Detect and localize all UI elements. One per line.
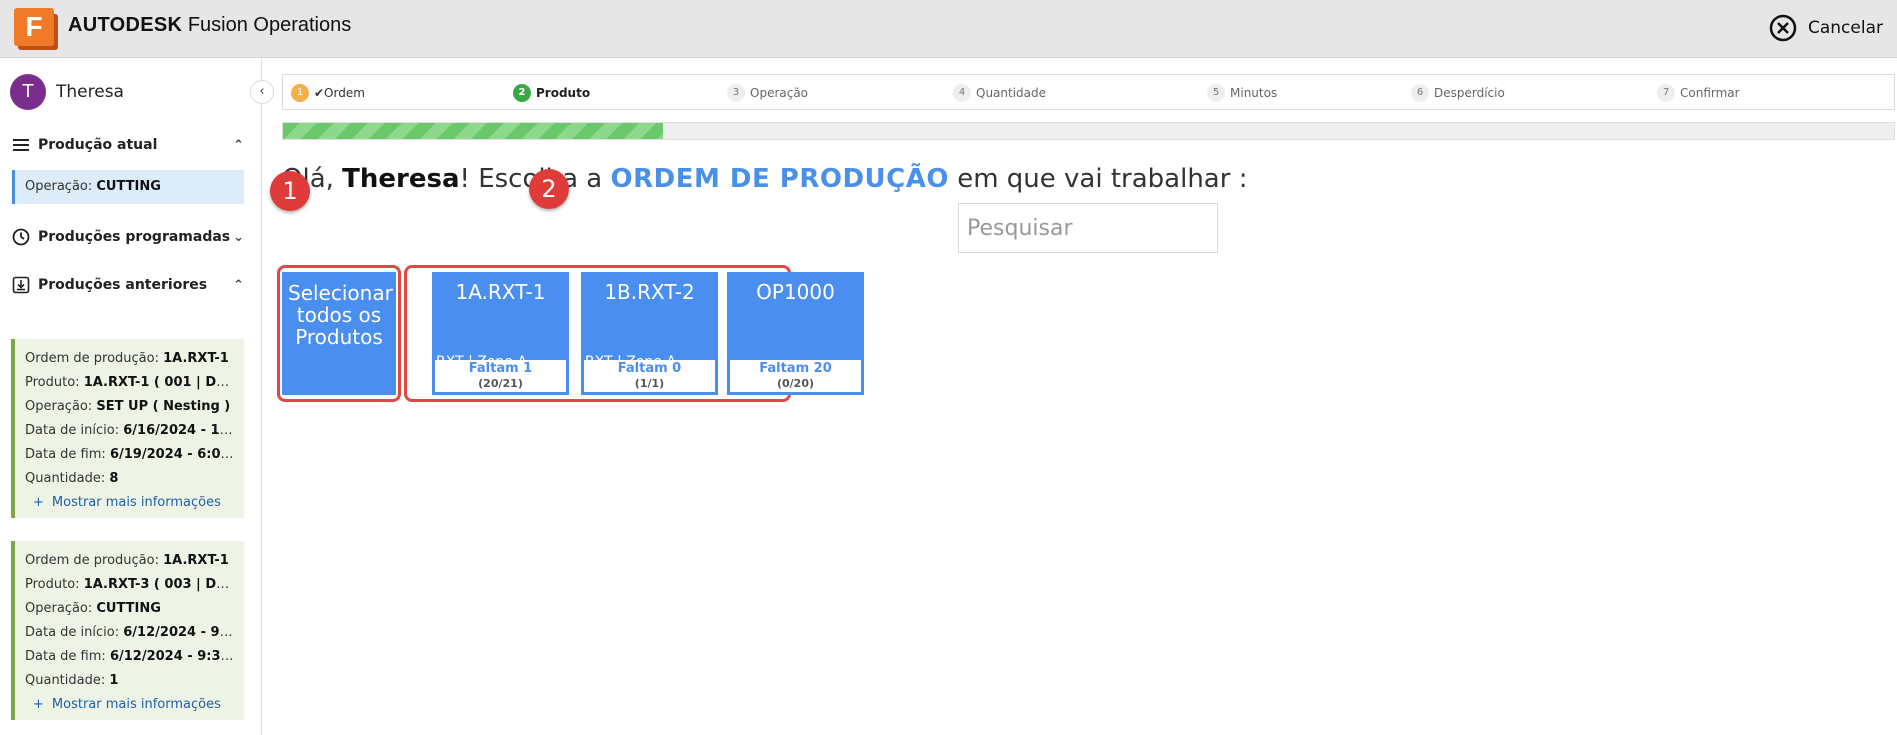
- tile-title: 1A.RXT-1: [455, 280, 546, 304]
- step-waste[interactable]: 6 Desperdício: [1411, 84, 1505, 102]
- card-row-operation: Operação: SET UP ( Nesting ): [25, 399, 231, 414]
- avatar: T: [10, 74, 46, 110]
- fusion-logo-icon: F: [14, 8, 58, 50]
- show-more-link[interactable]: + Mostrar mais informações: [25, 495, 236, 510]
- cancel-button[interactable]: Cancelar: [1768, 13, 1883, 43]
- chevron-down-icon[interactable]: ⌄: [233, 230, 244, 245]
- annotation-marker-2: 2: [529, 169, 569, 209]
- section-title: Produções programadas: [38, 229, 231, 245]
- clock-icon: [12, 228, 30, 246]
- tile-label: Selecionar todos os Produtos: [288, 281, 393, 349]
- card-row-end-date: Data de fim: 6/19/2024 - 6:09 ...: [25, 447, 236, 462]
- user-name: Theresa: [56, 82, 124, 102]
- progress-fill: [283, 123, 664, 139]
- card-row-product: Produto: 1A.RXT-1 ( 001 | DAY ...: [25, 375, 236, 390]
- tile-remaining-box: Faltam 20 (0/20): [730, 360, 861, 392]
- step-quantity[interactable]: 4 Quantidade: [953, 84, 1046, 102]
- order-tile-1a-rxt-1[interactable]: 1A.RXT-1 RXT | Zone A Faltam 1 (20/21): [432, 272, 569, 395]
- card-row-product: Produto: 1A.RXT-3 ( 003 | DAY ...: [25, 577, 236, 592]
- step-minutes[interactable]: 5 Minutos: [1207, 84, 1277, 102]
- section-current-production[interactable]: Produção atual ⌃: [12, 136, 244, 154]
- menu-lines-icon: [13, 139, 29, 151]
- card-row-end-date: Data de fim: 6/12/2024 - 9:32 P...: [25, 649, 236, 664]
- card-row-order: Ordem de produção: 1A.RXT-1: [25, 553, 229, 568]
- stepper: 1 ✔Ordem 2 Produto 3 Operação 4 Quantidade 5…: [282, 74, 1895, 110]
- download-box-icon: [12, 276, 30, 294]
- tile-remaining-box: Faltam 0 (1/1): [584, 360, 715, 392]
- step-product[interactable]: 2 Produto: [513, 84, 590, 102]
- plus-icon: +: [33, 697, 44, 712]
- user-profile: T Theresa: [10, 74, 124, 110]
- card-row-operation: Operação: CUTTING: [25, 601, 161, 616]
- order-tile-op1000[interactable]: OP1000 Faltam 20 (0/20): [727, 272, 864, 395]
- previous-production-card: Ordem de produção: 1A.RXT-1 Produto: 1A.…: [11, 339, 244, 518]
- top-bar: F AUTODESK Fusion Operations Cancelar: [0, 0, 1897, 58]
- progress-bar: [282, 122, 1895, 140]
- tile-title: OP1000: [756, 280, 835, 304]
- card-row-order: Ordem de produção: 1A.RXT-1: [25, 351, 229, 366]
- step-order[interactable]: 1 ✔Ordem: [291, 84, 365, 102]
- section-scheduled-productions[interactable]: Produções programadas ⌄: [12, 228, 244, 246]
- previous-production-card: Ordem de produção: 1A.RXT-1 Produto: 1A.…: [11, 541, 244, 720]
- step-confirm[interactable]: 7 Confirmar: [1657, 84, 1740, 102]
- tile-remaining-box: Faltam 1 (20/21): [435, 360, 566, 392]
- annotation-marker-1: 1: [270, 171, 310, 211]
- sidebar: T Theresa Produção atual ⌃ Operação: CUT…: [0, 58, 262, 735]
- page-title: Olá, Theresa! Escolha a ORDEM DE PRODUÇÃ…: [282, 164, 1248, 194]
- collapse-sidebar-button[interactable]: ‹: [250, 80, 274, 104]
- card-row-start-date: Data de início: 6/12/2024 - 9:3...: [25, 625, 236, 640]
- cancel-label: Cancelar: [1808, 18, 1883, 38]
- main-content: 1 ✔Ordem 2 Produto 3 Operação 4 Quantidade 5…: [262, 58, 1897, 735]
- section-title: Produção atual: [38, 137, 158, 153]
- card-row-start-date: Data de início: 6/16/2024 - 11:...: [25, 423, 236, 438]
- select-all-products-tile[interactable]: Selecionar todos os Produtos: [282, 272, 396, 395]
- section-title: Produções anteriores: [38, 277, 208, 293]
- chevron-up-icon[interactable]: ⌃: [233, 138, 244, 153]
- plus-icon: +: [33, 495, 44, 510]
- section-previous-productions[interactable]: Produções anteriores ⌃: [12, 276, 244, 294]
- tile-title: 1B.RXT-2: [604, 280, 695, 304]
- chevron-up-icon[interactable]: ⌃: [233, 278, 244, 293]
- card-row-quantity: Quantidade: 8: [25, 471, 119, 486]
- step-operation[interactable]: 3 Operação: [727, 84, 808, 102]
- chevron-left-icon: ‹: [259, 84, 265, 99]
- app-title: AUTODESK Fusion Operations: [68, 14, 352, 36]
- show-more-link[interactable]: + Mostrar mais informações: [25, 697, 236, 712]
- close-circle-icon: [1769, 14, 1797, 42]
- search-input[interactable]: [958, 203, 1218, 253]
- card-row-quantity: Quantidade: 1: [25, 673, 119, 688]
- current-operation: Operação: CUTTING: [12, 170, 244, 204]
- order-tile-1b-rxt-2[interactable]: 1B.RXT-2 RXT | Zone A Faltam 0 (1/1): [581, 272, 718, 395]
